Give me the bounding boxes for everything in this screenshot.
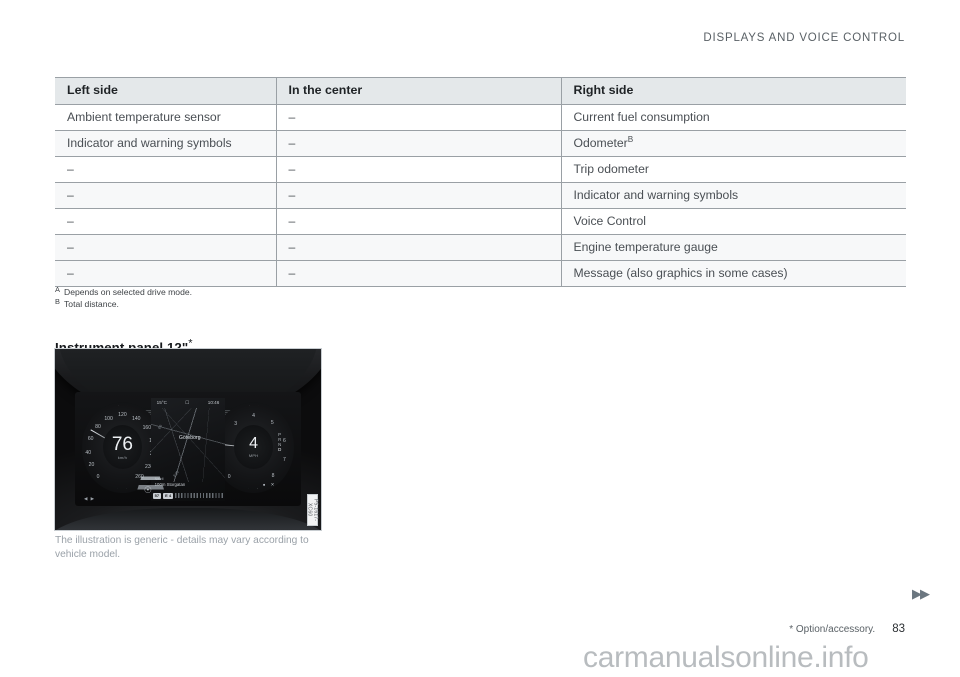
column-header-in-the-center: In the center <box>276 77 562 105</box>
steering-wheel-shadow <box>55 508 321 530</box>
image-reference-code: P5-1617-XC60 <box>307 494 319 526</box>
map-topbar: 15°C ☐ 10:46 <box>151 400 226 406</box>
footnote-text-b: Total distance. <box>64 299 119 310</box>
cell-left: Indicator and warning symbols <box>55 130 277 157</box>
table-row: – – Engine temperature gauge <box>55 234 906 261</box>
gear-selector-indicator: P R N D <box>278 432 282 453</box>
footnote-ref-b: B <box>627 134 634 144</box>
rpm-tick-7: 7 <box>283 456 286 463</box>
illustration-caption: The illustration is generic - details ma… <box>55 535 309 561</box>
cell-right: Trip odometer <box>561 156 906 183</box>
speed-tick-40: 40 <box>85 449 92 456</box>
cell-left: – <box>55 260 277 287</box>
cell-right: Voice Control <box>561 208 906 235</box>
cell-left: – <box>55 208 277 235</box>
rpm-unit: MPH <box>248 453 259 459</box>
ambient-temperature-readout: 15°C <box>156 400 167 406</box>
table-row: – – Trip odometer <box>55 156 906 183</box>
cell-right: Indicator and warning symbols <box>561 182 906 209</box>
option-accessory-note: * Option/accessory. <box>789 624 876 635</box>
rpm-tick-3: 3 <box>234 421 238 428</box>
cell-center: – <box>276 234 562 261</box>
column-header-right-side: Right side <box>561 77 906 105</box>
chapter-marker-icon: ▶▶ <box>912 586 930 601</box>
cell-center: – <box>276 208 562 235</box>
instrument-panel-illustration: 0 20 40 60 80 100 120 140 160 180 200 23… <box>54 348 322 531</box>
cell-center: – <box>276 156 562 183</box>
cell-right: Message (also graphics in some cases) <box>561 260 906 287</box>
table-row: Ambient temperature sensor – Current fue… <box>55 104 906 131</box>
footnotes: A Depends on selected drive mode. B Total … <box>55 286 192 310</box>
rpm-tick-8: 8 <box>271 473 275 480</box>
speed-tick-80: 80 <box>95 424 101 431</box>
clock-readout: 10:46 <box>207 400 220 406</box>
turn-indicator-icons: ◀ ▶ <box>83 495 96 501</box>
gear-d: D <box>278 446 282 452</box>
footnote-a: A Depends on selected drive mode. <box>55 285 193 297</box>
cell-center: – <box>276 182 562 209</box>
speed-tick-140: 140 <box>132 415 141 422</box>
cell-left: – <box>55 182 277 209</box>
cell-left: Ambient temperature sensor <box>55 104 277 131</box>
cell-center: – <box>276 130 562 157</box>
page-footer: * Option/accessory. 83 <box>789 623 905 635</box>
gear-value: 4 <box>249 435 258 453</box>
rpm-tick-6: 6 <box>283 437 286 444</box>
cell-right-text: Odometer <box>573 135 628 150</box>
site-watermark: carmanualsonline.info <box>583 641 869 674</box>
page-number: 83 <box>892 623 905 635</box>
cell-right: Engine temperature gauge <box>561 234 906 261</box>
tachometer-readout: 4 MPH <box>234 425 274 470</box>
speedometer-readout: 76 km/h <box>102 425 142 470</box>
cell-center: – <box>276 260 562 287</box>
instrument-panel-table: Left side In the center Right side Ambie… <box>55 77 906 287</box>
cell-center: – <box>276 104 562 131</box>
table-row: – – Message (also graphics in some cases… <box>55 260 906 287</box>
rpm-tick-4: 4 <box>252 413 255 420</box>
running-header: DISPLAYS AND VOICE CONTROL <box>703 32 905 44</box>
map-roads <box>150 408 226 483</box>
speed-tick-120: 120 <box>118 412 127 419</box>
table-row: – – Voice Control <box>55 208 906 235</box>
table-row: Indicator and warning symbols – Odometer… <box>55 130 906 157</box>
map-city-label: Göteborg <box>179 435 201 442</box>
speed-value: 76 <box>111 433 133 455</box>
cell-right: OdometerB <box>561 130 906 157</box>
cell-left: – <box>55 234 277 261</box>
dashboard-frame: 0 20 40 60 80 100 120 140 160 180 200 23… <box>55 349 321 530</box>
footnote-b: B Total distance. <box>55 297 119 310</box>
table-row: – – Indicator and warning symbols <box>55 182 906 209</box>
voice-control-icon: ☉ <box>143 484 152 495</box>
column-header-left-side: Left side <box>55 77 277 105</box>
cell-right: Current fuel consumption <box>561 104 906 131</box>
fuel-level-bar <box>175 493 224 498</box>
rpm-tick-5: 5 <box>270 420 274 427</box>
speed-tick-20: 20 <box>88 462 95 469</box>
brake-warning-icon: ● ✕ <box>262 482 277 488</box>
cell-left: – <box>55 156 277 183</box>
cluster-screen: 0 20 40 60 80 100 120 140 160 180 200 23… <box>74 392 302 507</box>
rpm-tick-0: 0 <box>227 474 231 481</box>
speed-unit: km/h <box>117 454 128 460</box>
compass-icon: ☐ <box>185 400 190 406</box>
speed-tick-0: 0 <box>96 474 100 481</box>
speed-tick-100: 100 <box>104 415 113 422</box>
speed-tick-60: 60 <box>87 435 94 442</box>
table-header-row: Left side In the center Right side <box>55 77 906 105</box>
footnote-text-a: Depends on selected drive mode. <box>64 287 193 297</box>
